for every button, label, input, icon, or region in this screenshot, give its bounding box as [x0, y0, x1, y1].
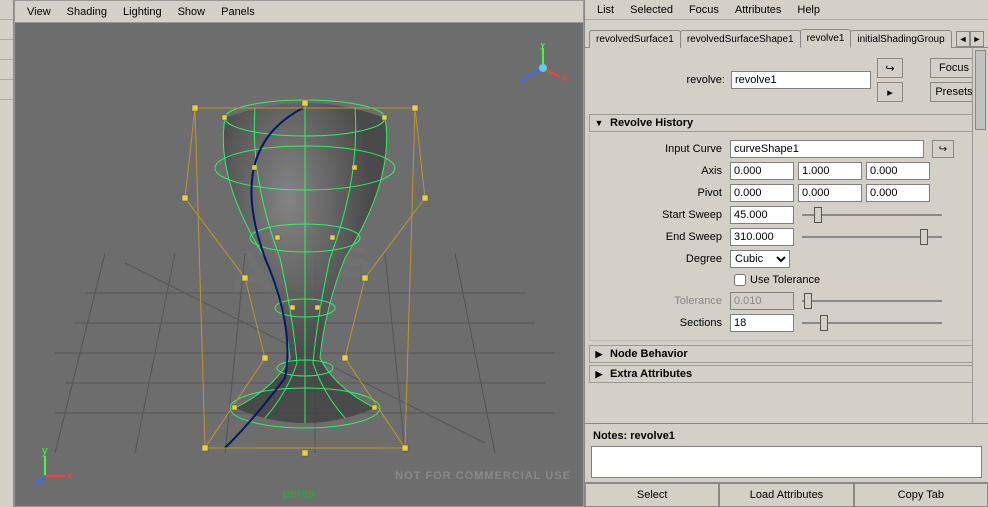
tab-scroll-left-button[interactable]: ◄ — [956, 31, 970, 47]
revolve-history-title: Revolve History — [610, 117, 693, 129]
tab-scroll-right-button[interactable]: ► — [970, 31, 984, 47]
attribute-editor-body: revolve: ↪ ▸ Focus Presets ▼ Revolve His… — [585, 48, 988, 423]
revolve-history-header[interactable]: ▼ Revolve History — [589, 114, 984, 132]
svg-text:x: x — [67, 470, 73, 482]
node-name-row: revolve: ↪ ▸ Focus Presets — [589, 54, 984, 112]
sections-slider[interactable] — [802, 314, 942, 332]
copy-tab-button[interactable]: Copy Tab — [854, 483, 988, 507]
pivot-z-field[interactable] — [866, 184, 930, 202]
attribute-editor-menu: List Selected Focus Attributes Help — [585, 0, 988, 20]
viewport-menu-view[interactable]: View — [21, 4, 57, 20]
svg-text:y: y — [42, 446, 48, 457]
extra-attributes-title: Extra Attributes — [610, 368, 692, 380]
tolerance-label: Tolerance — [596, 295, 726, 307]
tab-revolve1[interactable]: revolve1 — [800, 29, 852, 48]
degree-label: Degree — [596, 253, 726, 265]
collapse-arrow-icon: ▼ — [594, 118, 604, 128]
go-to-output-button[interactable]: ▸ — [877, 82, 903, 102]
notes-title: Notes: revolve1 — [591, 428, 982, 446]
expand-arrow-icon: ▶ — [594, 349, 604, 360]
focus-button[interactable]: Focus — [930, 58, 978, 78]
notes-section: Notes: revolve1 — [585, 423, 988, 482]
svg-text:x: x — [562, 72, 568, 84]
input-curve-field[interactable] — [730, 140, 924, 158]
degree-dropdown[interactable]: Cubic — [730, 250, 790, 268]
tolerance-slider — [802, 292, 942, 310]
load-attributes-button[interactable]: Load Attributes — [719, 483, 853, 507]
view-axis-gizmo[interactable]: y x z — [518, 43, 568, 93]
extra-attributes-header[interactable]: ▶ Extra Attributes — [589, 365, 984, 383]
use-tolerance-checkbox[interactable] — [734, 274, 746, 286]
sections-label: Sections — [596, 317, 726, 329]
use-tolerance-label: Use Tolerance — [750, 274, 820, 286]
perspective-viewport[interactable]: Alias — [15, 23, 583, 506]
mini-axis-icon: y x z — [35, 446, 75, 486]
node-tabs-row: revolvedSurface1 revolvedSurfaceShape1 r… — [585, 20, 988, 48]
ae-menu-selected[interactable]: Selected — [624, 2, 679, 18]
svg-text:z: z — [35, 477, 41, 486]
viewport-menu-lighting[interactable]: Lighting — [117, 4, 168, 20]
sections-field[interactable] — [730, 314, 794, 332]
camera-name-label: persp — [283, 486, 316, 500]
end-sweep-label: End Sweep — [596, 231, 726, 243]
ae-menu-help[interactable]: Help — [791, 2, 826, 18]
viewport-menu-shading[interactable]: Shading — [61, 4, 113, 20]
start-sweep-label: Start Sweep — [596, 209, 726, 221]
viewport-menu-show[interactable]: Show — [172, 4, 212, 20]
svg-text:z: z — [520, 72, 526, 84]
viewport-panel: View Shading Lighting Show Panels Alias — [14, 0, 584, 507]
bottom-button-row: Select Load Attributes Copy Tab — [585, 482, 988, 507]
pivot-x-field[interactable] — [730, 184, 794, 202]
tab-revolvedsurface1[interactable]: revolvedSurface1 — [589, 30, 681, 48]
axis-z-field[interactable] — [866, 162, 930, 180]
input-curve-map-button[interactable]: ↪ — [932, 140, 954, 158]
expand-arrow-icon: ▶ — [594, 369, 604, 380]
viewport-menu-panels[interactable]: Panels — [215, 4, 261, 20]
left-toolbar-strip — [0, 0, 14, 507]
tab-revolvedsurfaceshape1[interactable]: revolvedSurfaceShape1 — [680, 30, 801, 48]
viewport-menu-bar: View Shading Lighting Show Panels — [15, 1, 583, 23]
pivot-y-field[interactable] — [798, 184, 862, 202]
attribute-editor-panel: List Selected Focus Attributes Help revo… — [584, 0, 988, 507]
notes-textarea[interactable] — [591, 446, 982, 478]
pivot-label: Pivot — [596, 187, 726, 199]
start-sweep-slider[interactable] — [802, 206, 942, 224]
tab-initialshadinggroup[interactable]: initialShadingGroup — [850, 30, 951, 48]
axis-x-field[interactable] — [730, 162, 794, 180]
revolve-history-body: Input Curve ↪ Axis Pivot Start Sweep — [589, 134, 984, 341]
ground-grid — [55, 253, 555, 453]
input-curve-label: Input Curve — [596, 143, 726, 155]
end-sweep-slider[interactable] — [802, 228, 942, 246]
tolerance-field — [730, 292, 794, 310]
ae-menu-focus[interactable]: Focus — [683, 2, 725, 18]
watermark-text: NOT FOR COMMERCIAL USE — [395, 470, 571, 482]
node-behavior-header[interactable]: ▶ Node Behavior — [589, 345, 984, 363]
presets-button[interactable]: Presets — [930, 82, 978, 102]
axis-y-field[interactable] — [798, 162, 862, 180]
select-button[interactable]: Select — [585, 483, 719, 507]
node-name-field[interactable] — [731, 71, 871, 89]
end-sweep-field[interactable] — [730, 228, 794, 246]
node-behavior-title: Node Behavior — [610, 348, 688, 360]
start-sweep-field[interactable] — [730, 206, 794, 224]
node-type-label: revolve: — [595, 74, 725, 86]
svg-text:y: y — [540, 43, 546, 50]
vertical-scrollbar[interactable] — [972, 48, 988, 423]
axis-label: Axis — [596, 165, 726, 177]
ae-menu-list[interactable]: List — [591, 2, 620, 18]
go-to-input-button[interactable]: ↪ — [877, 58, 903, 78]
ae-menu-attributes[interactable]: Attributes — [729, 2, 787, 18]
